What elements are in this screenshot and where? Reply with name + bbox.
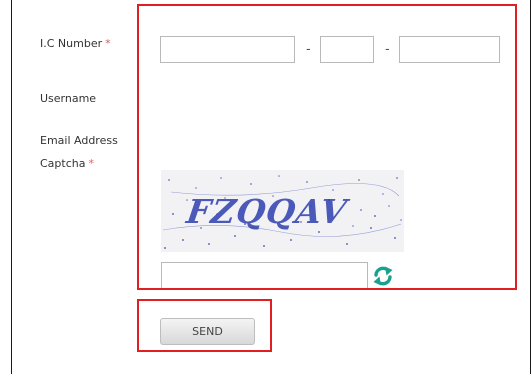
ic-number-part1-input[interactable]: [160, 36, 295, 63]
ic-number-part3-input[interactable]: [399, 36, 500, 63]
captcha-label-text: Captcha: [40, 157, 86, 170]
refresh-captcha-button[interactable]: [371, 264, 395, 288]
username-label: Username: [40, 92, 97, 105]
email-label: Email Address: [40, 134, 118, 147]
ic-number-label: I.C Number *: [40, 37, 111, 50]
captcha-label: Captcha *: [40, 157, 94, 170]
required-mark: *: [105, 37, 111, 50]
ic-separator: -: [385, 42, 390, 57]
ic-number-label-text: I.C Number: [40, 37, 103, 50]
required-mark: *: [88, 157, 94, 170]
captcha-text: FZQQAV: [184, 192, 350, 231]
captcha-input[interactable]: [161, 262, 368, 290]
send-button[interactable]: SEND: [160, 318, 255, 345]
ic-separator: -: [306, 42, 311, 57]
ic-number-part2-input[interactable]: [320, 36, 374, 63]
captcha-image: FZQQAV: [161, 170, 404, 252]
refresh-icon: [373, 266, 393, 286]
